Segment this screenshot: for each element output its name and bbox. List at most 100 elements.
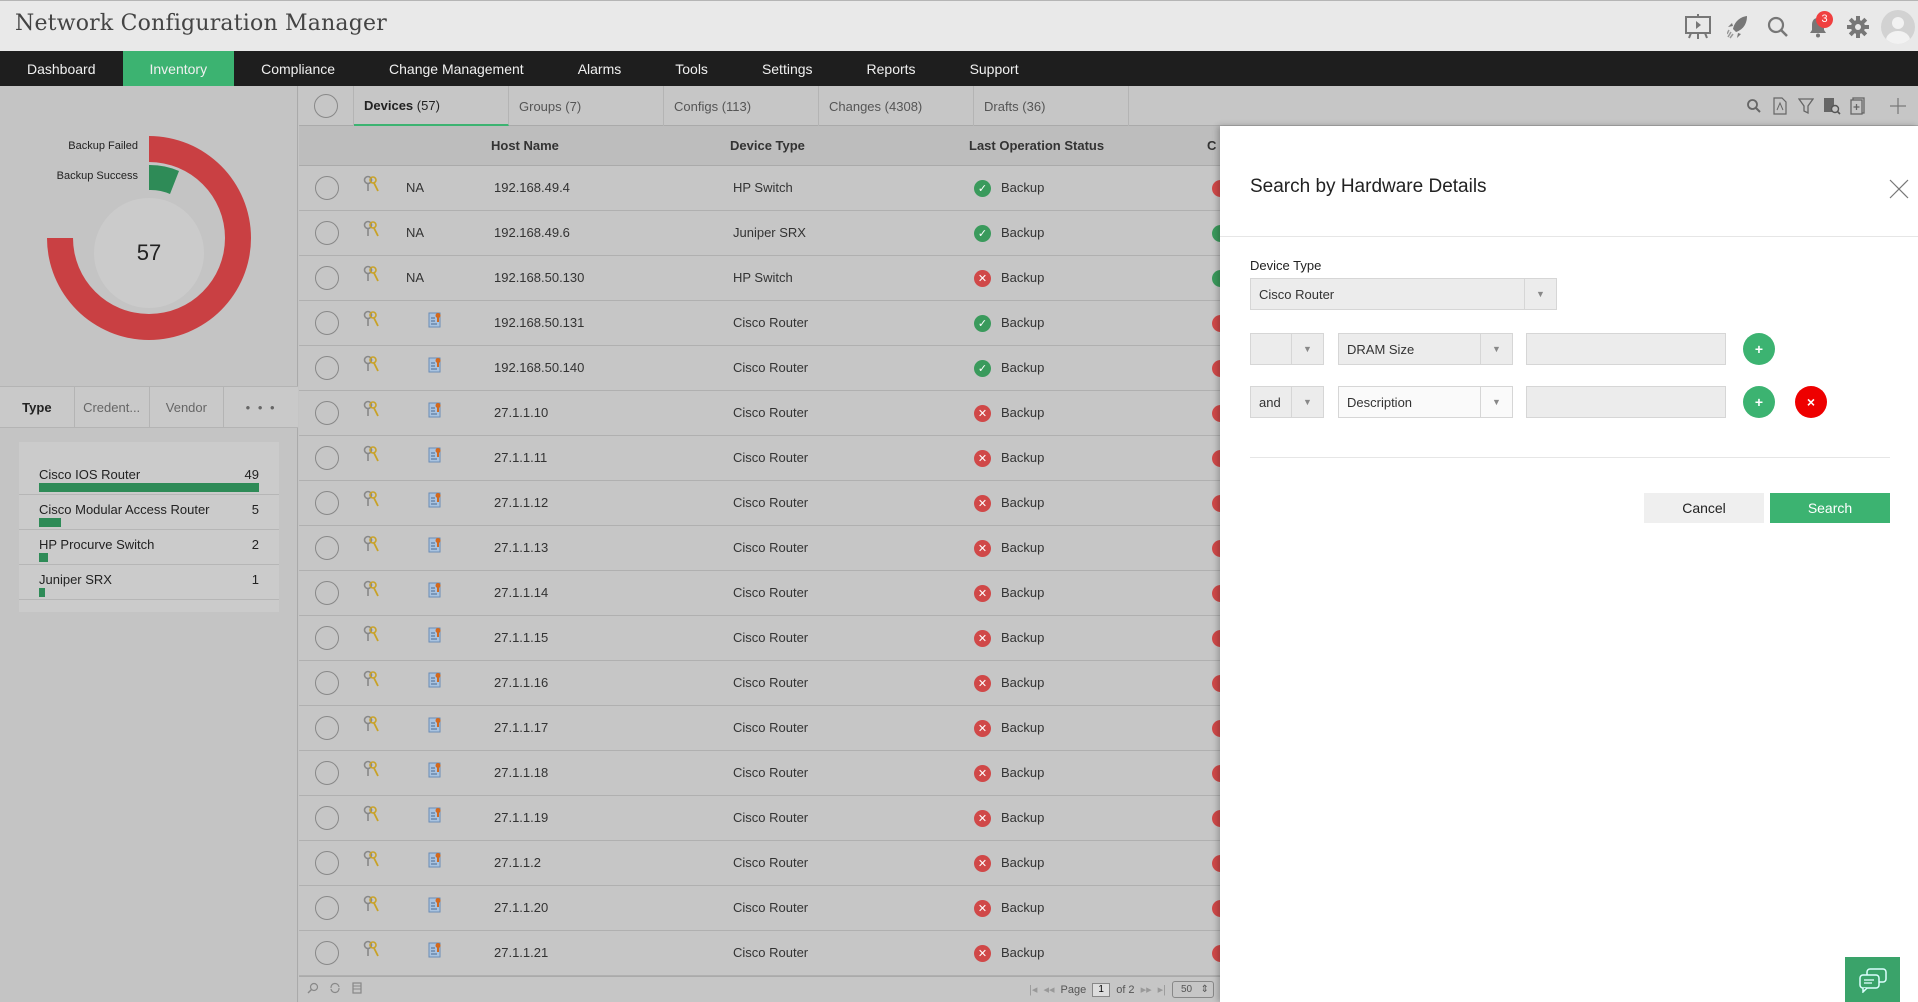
certificate-icon[interactable] [428, 627, 442, 648]
credentials-keys-icon[interactable] [363, 895, 379, 918]
table-row[interactable]: 27.1.1.20 Cisco Router ✕ Backup [299, 886, 1220, 931]
export-icon[interactable] [1848, 96, 1868, 116]
row-select-radio[interactable] [315, 761, 339, 785]
row-select-radio[interactable] [315, 356, 339, 380]
field-select[interactable]: Description ▼ [1338, 386, 1513, 418]
tab-type[interactable]: Type [0, 387, 75, 427]
table-row[interactable]: 27.1.1.10 Cisco Router ✕ Backup [299, 391, 1220, 436]
col-next[interactable]: C [1207, 138, 1216, 153]
presentation-icon[interactable] [1678, 7, 1718, 47]
search-icon[interactable] [1744, 96, 1764, 116]
host-name[interactable]: 192.168.49.6 [494, 225, 570, 240]
certificate-icon[interactable] [428, 312, 442, 333]
device-type-select[interactable]: Cisco Router ▼ [1250, 278, 1557, 310]
table-row[interactable]: 27.1.1.12 Cisco Router ✕ Backup [299, 481, 1220, 526]
table-row[interactable]: 27.1.1.19 Cisco Router ✕ Backup [299, 796, 1220, 841]
prev-page-icon[interactable]: ◂◂ [1043, 983, 1054, 996]
table-row[interactable]: 27.1.1.11 Cisco Router ✕ Backup [299, 436, 1220, 481]
table-row[interactable]: 27.1.1.15 Cisco Router ✕ Backup [299, 616, 1220, 661]
host-name[interactable]: 192.168.50.140 [494, 360, 584, 375]
footer-search-icon[interactable] [307, 982, 319, 997]
col-last-operation-status[interactable]: Last Operation Status [969, 138, 1104, 153]
last-page-icon[interactable]: ▸| [1158, 983, 1166, 996]
criterion-value-input[interactable] [1526, 333, 1726, 365]
table-row[interactable]: 27.1.1.16 Cisco Router ✕ Backup [299, 661, 1220, 706]
credentials-keys-icon[interactable] [363, 535, 379, 558]
hardware-search-icon[interactable] [1822, 96, 1842, 116]
row-select-radio[interactable] [315, 941, 339, 965]
row-select-radio[interactable] [315, 581, 339, 605]
credentials-keys-icon[interactable] [363, 670, 379, 693]
credentials-keys-icon[interactable] [363, 265, 379, 288]
next-page-icon[interactable]: ▸▸ [1141, 983, 1152, 996]
row-select-radio[interactable] [315, 716, 339, 740]
certificate-icon[interactable] [428, 807, 442, 828]
credentials-keys-icon[interactable] [363, 580, 379, 603]
cancel-button[interactable]: Cancel [1644, 493, 1764, 523]
filter-icon[interactable] [1796, 96, 1816, 116]
nav-inventory[interactable]: Inventory [122, 51, 235, 86]
add-icon[interactable] [1888, 96, 1908, 116]
add-criterion-button[interactable]: + [1743, 386, 1775, 418]
host-name[interactable]: 27.1.1.13 [494, 540, 548, 555]
table-row[interactable]: NA 192.168.49.4 HP Switch ✓ Backup [299, 166, 1220, 211]
table-row[interactable]: 27.1.1.18 Cisco Router ✕ Backup [299, 751, 1220, 796]
row-select-radio[interactable] [315, 401, 339, 425]
first-page-icon[interactable]: |◂ [1029, 983, 1037, 996]
table-row[interactable]: 27.1.1.13 Cisco Router ✕ Backup [299, 526, 1220, 571]
table-row[interactable]: 192.168.50.131 Cisco Router ✓ Backup [299, 301, 1220, 346]
certificate-icon[interactable] [428, 537, 442, 558]
remove-criterion-button[interactable]: × [1795, 386, 1827, 418]
page-size-select[interactable]: 50 ⇕ [1172, 981, 1214, 998]
table-row[interactable]: 27.1.1.21 Cisco Router ✕ Backup [299, 931, 1220, 976]
criterion-value-input[interactable] [1526, 386, 1726, 418]
row-select-radio[interactable] [315, 626, 339, 650]
host-name[interactable]: 27.1.1.2 [494, 855, 541, 870]
host-name[interactable]: 27.1.1.19 [494, 810, 548, 825]
host-name[interactable]: 27.1.1.21 [494, 945, 548, 960]
row-select-radio[interactable] [315, 311, 339, 335]
host-name[interactable]: 27.1.1.16 [494, 675, 548, 690]
certificate-icon[interactable] [428, 762, 442, 783]
credentials-keys-icon[interactable] [363, 220, 379, 243]
chat-button[interactable] [1845, 957, 1900, 1002]
gear-icon[interactable] [1838, 7, 1878, 47]
host-name[interactable]: 192.168.49.4 [494, 180, 570, 195]
row-select-radio[interactable] [315, 176, 339, 200]
tab-drafts[interactable]: Drafts (36) [974, 86, 1129, 126]
field-select[interactable]: DRAM Size ▼ [1338, 333, 1513, 365]
row-select-radio[interactable] [315, 491, 339, 515]
host-name[interactable]: 27.1.1.14 [494, 585, 548, 600]
table-row[interactable]: 27.1.1.14 Cisco Router ✕ Backup [299, 571, 1220, 616]
table-row[interactable]: 27.1.1.17 Cisco Router ✕ Backup [299, 706, 1220, 751]
row-select-radio[interactable] [315, 896, 339, 920]
host-name[interactable]: 27.1.1.20 [494, 900, 548, 915]
tab-vendor[interactable]: Vendor [150, 387, 225, 427]
row-select-radio[interactable] [315, 266, 339, 290]
certificate-icon[interactable] [428, 672, 442, 693]
row-select-radio[interactable] [315, 536, 339, 560]
host-name[interactable]: 192.168.50.131 [494, 315, 584, 330]
rocket-icon[interactable] [1718, 7, 1758, 47]
columns-icon[interactable] [351, 982, 363, 997]
host-name[interactable]: 27.1.1.11 [494, 450, 547, 465]
refresh-icon[interactable] [329, 982, 341, 997]
table-row[interactable]: 192.168.50.140 Cisco Router ✓ Backup [299, 346, 1220, 391]
page-number-input[interactable] [1092, 982, 1111, 997]
credentials-keys-icon[interactable] [363, 625, 379, 648]
nav-reports[interactable]: Reports [840, 51, 943, 86]
credentials-keys-icon[interactable] [363, 850, 379, 873]
row-select-radio[interactable] [315, 671, 339, 695]
search-button[interactable]: Search [1770, 493, 1890, 523]
certificate-icon[interactable] [428, 402, 442, 423]
row-select-radio[interactable] [315, 806, 339, 830]
credentials-keys-icon[interactable] [363, 760, 379, 783]
certificate-icon[interactable] [428, 492, 442, 513]
nav-support[interactable]: Support [943, 51, 1046, 86]
host-name[interactable]: 27.1.1.12 [494, 495, 548, 510]
nav-change-management[interactable]: Change Management [362, 51, 551, 86]
nav-tools[interactable]: Tools [648, 51, 735, 86]
certificate-icon[interactable] [428, 447, 442, 468]
credentials-keys-icon[interactable] [363, 355, 379, 378]
row-select-radio[interactable] [315, 851, 339, 875]
